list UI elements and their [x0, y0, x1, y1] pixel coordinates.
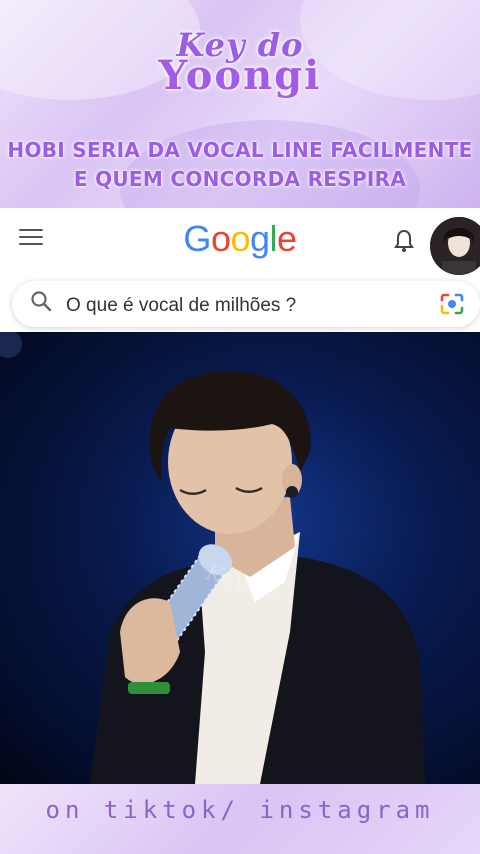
bell-icon[interactable]	[393, 229, 415, 253]
magnifier-icon	[30, 290, 52, 312]
logo-yoongi: Yoongi	[158, 52, 322, 99]
footer-social-text: on tiktok/ instagram	[45, 796, 435, 824]
search-query[interactable]: O que é vocal de milhões ?	[66, 295, 296, 317]
google-logo-letter: o	[210, 218, 231, 259]
google-logo-letter: l	[269, 218, 278, 259]
google-lens-icon[interactable]	[439, 292, 465, 316]
google-logo-letter: G	[183, 218, 211, 259]
headline-line-2: E QUEM CONCORDA RESPIRA	[73, 167, 407, 191]
google-logo-letter: g	[250, 218, 270, 259]
headline-line-1: HOBI SERIA DA VOCAL LINE FACILMENTE	[7, 138, 473, 162]
avatar[interactable]	[430, 217, 480, 275]
google-logo-letter: o	[230, 218, 250, 259]
headline: HOBI SERIA DA VOCAL LINE FACILMENTE E QU…	[0, 136, 480, 194]
singer-illustration	[0, 332, 480, 784]
video-frame[interactable]: Key do	[0, 332, 480, 784]
google-logo-letter: e	[277, 218, 297, 259]
google-logo-text: Google	[183, 218, 297, 259]
